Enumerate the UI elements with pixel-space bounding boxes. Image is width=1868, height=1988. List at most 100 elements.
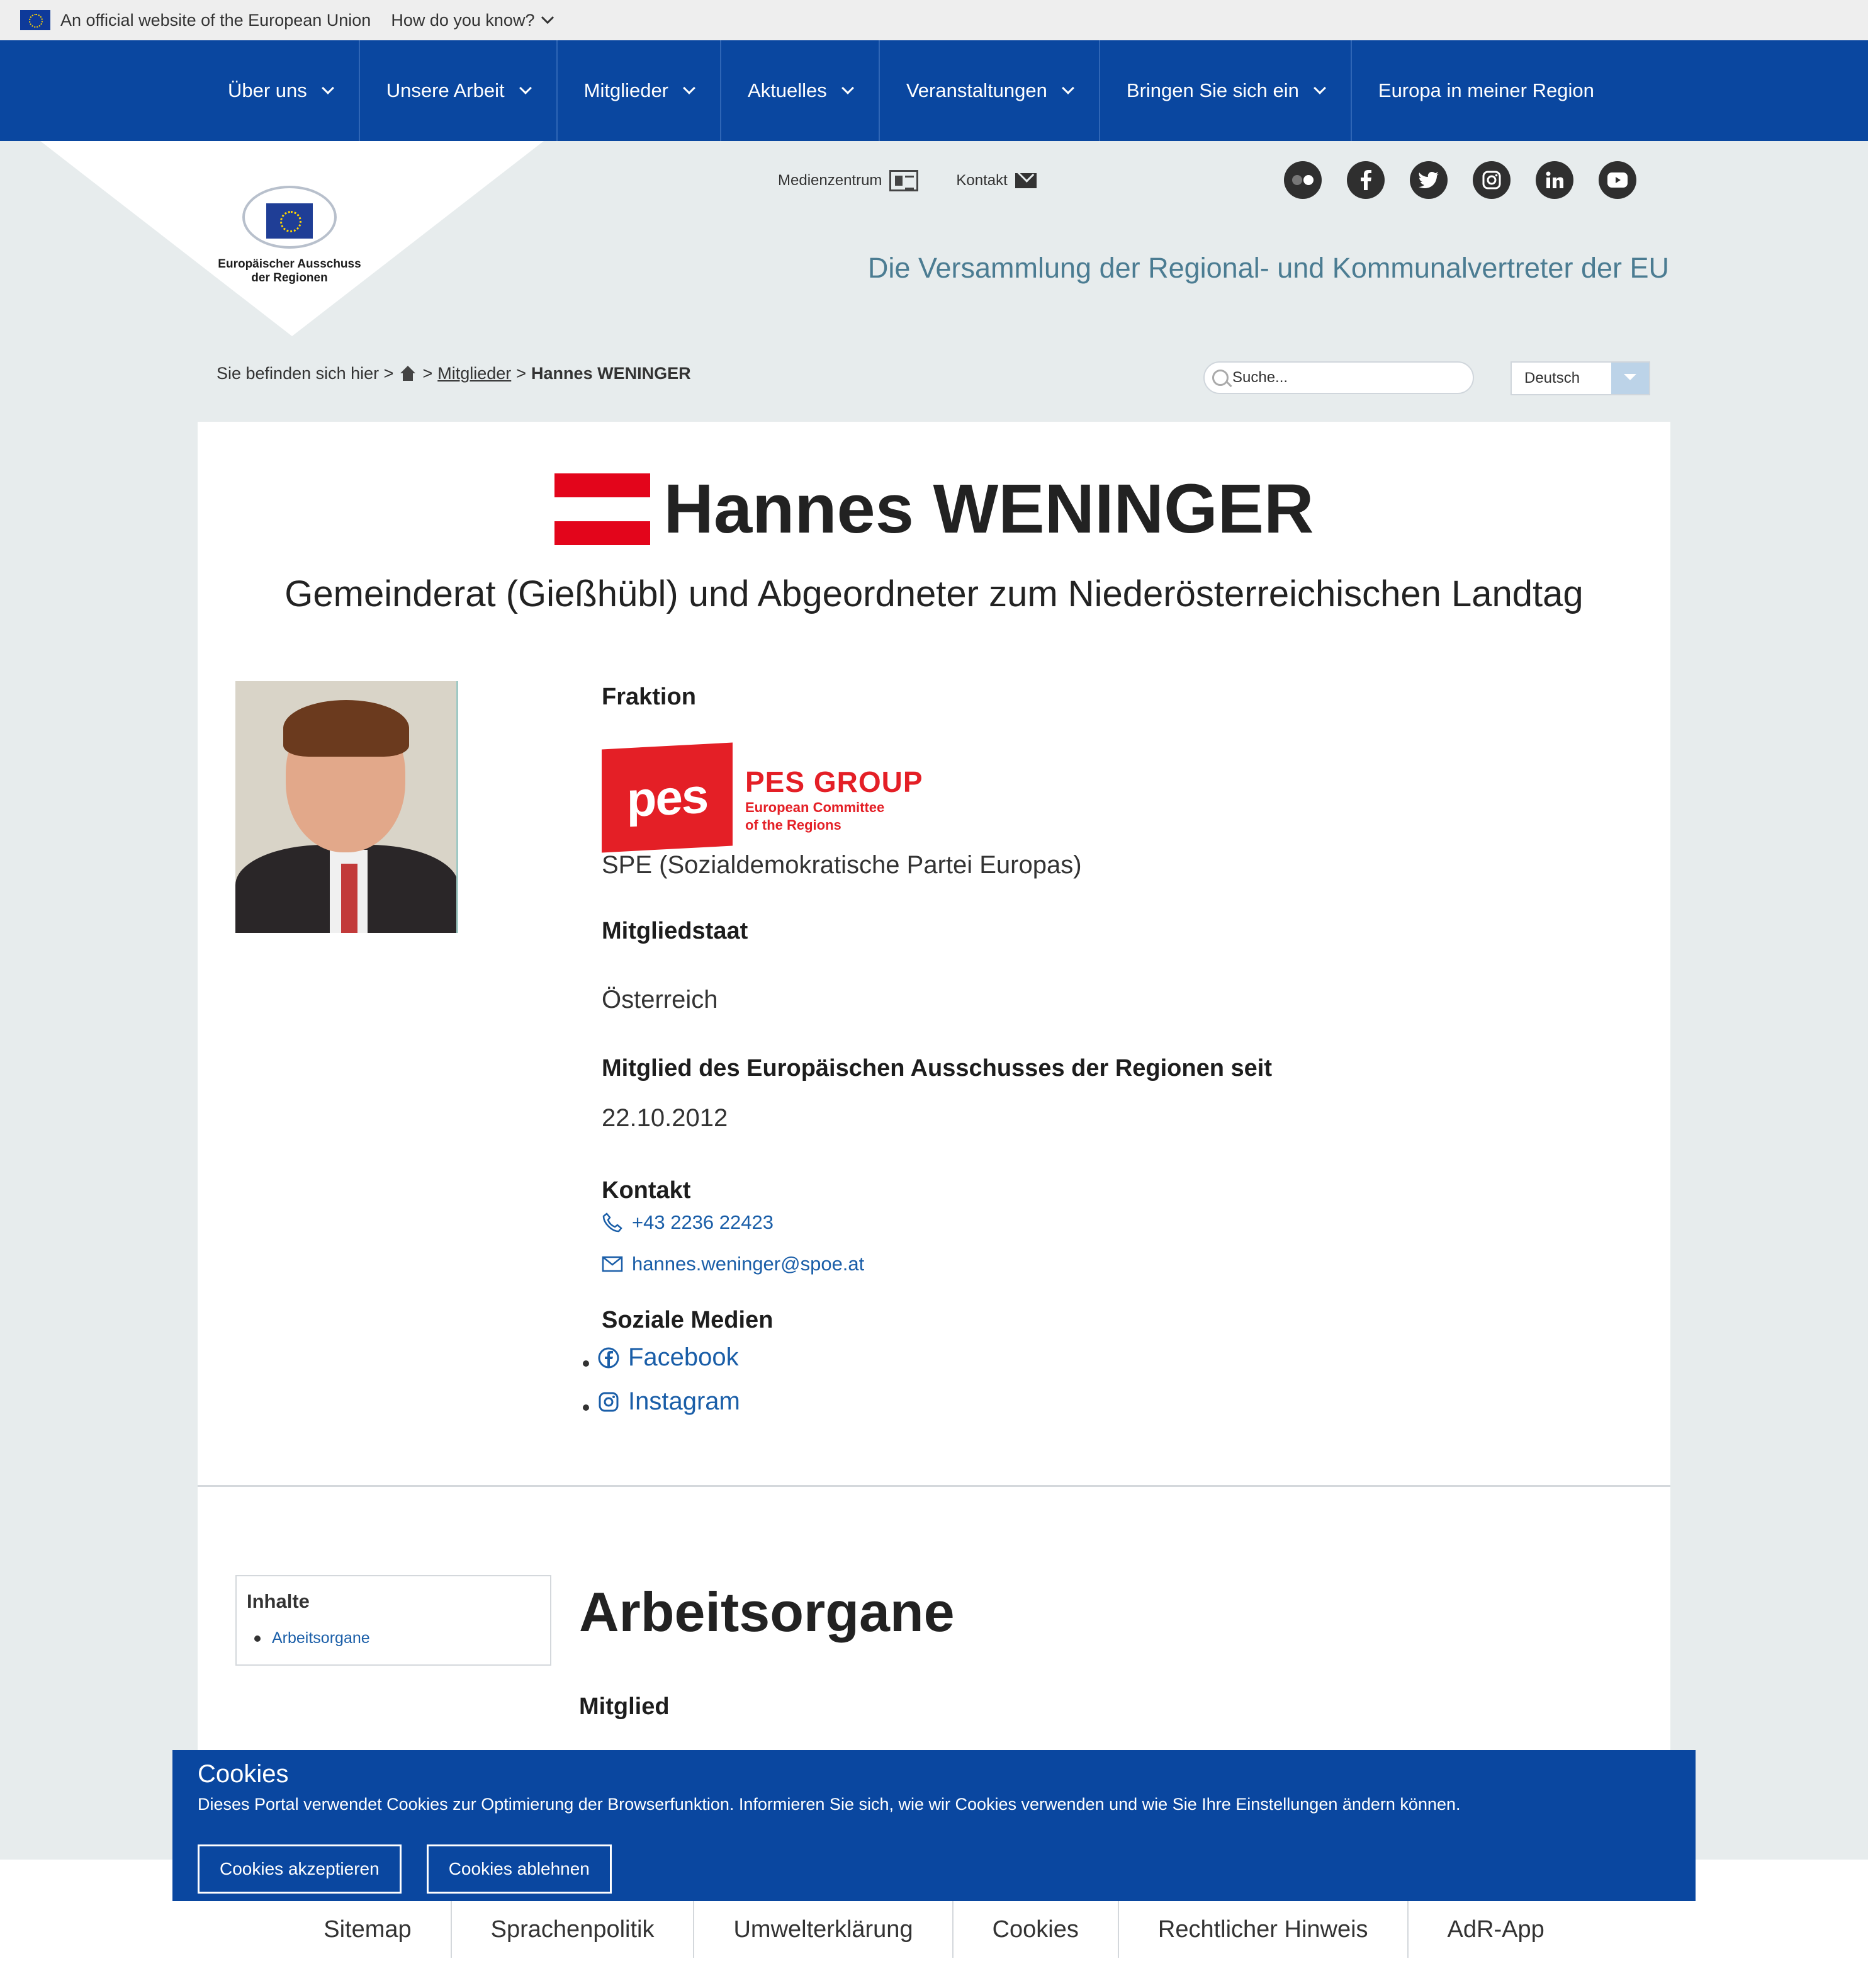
mail-icon xyxy=(1015,173,1037,188)
accept-cookies-button[interactable]: Cookies akzeptieren xyxy=(198,1844,402,1894)
table-of-contents: Inhalte Arbeitsorgane xyxy=(235,1575,551,1666)
chevron-down-icon xyxy=(1061,82,1074,94)
chevron-down-icon xyxy=(541,16,554,25)
member-since-value: 22.10.2012 xyxy=(602,1104,728,1132)
footer-link-cookies[interactable]: Cookies xyxy=(954,1901,1119,1958)
site-tagline: Die Versammlung der Regional- und Kommun… xyxy=(867,252,1669,284)
list-bullet xyxy=(583,1404,589,1411)
footer-link-legal[interactable]: Rechtlicher Hinweis xyxy=(1119,1901,1409,1958)
footer-link-sitemap[interactable]: Sitemap xyxy=(284,1901,452,1958)
section-subtitle: Mitglied xyxy=(579,1693,670,1720)
youtube-icon[interactable] xyxy=(1599,161,1636,199)
instagram-link[interactable]: Instagram xyxy=(628,1387,740,1416)
list-bullet xyxy=(254,1635,261,1642)
eu-official-bar: An official website of the European Unio… xyxy=(0,0,1868,40)
social-media-heading: Soziale Medien xyxy=(602,1307,774,1333)
nav-item-veranstaltungen[interactable]: Veranstaltungen xyxy=(880,40,1100,141)
envelope-icon xyxy=(602,1256,623,1272)
phone-row: +43 2236 22423 xyxy=(602,1211,774,1234)
list-bullet xyxy=(583,1360,589,1367)
instagram-icon[interactable] xyxy=(1473,161,1511,199)
eu-official-text: An official website of the European Unio… xyxy=(60,10,371,30)
utility-links: Medienzentrum Kontakt xyxy=(778,170,1037,191)
facebook-link[interactable]: Facebook xyxy=(628,1343,739,1372)
how-do-you-know-toggle[interactable]: How do you know? xyxy=(391,11,554,30)
phone-link[interactable]: +43 2236 22423 xyxy=(632,1211,774,1234)
nav-item-label: Europa in meiner Region xyxy=(1378,79,1594,101)
faction-value: SPE (Sozialdemokratische Partei Europas) xyxy=(602,851,1082,879)
member-name: Hannes WENINGER xyxy=(663,470,1314,548)
linkedin-icon[interactable] xyxy=(1536,161,1573,199)
chevron-down-icon xyxy=(683,82,695,94)
facebook-icon xyxy=(598,1347,619,1368)
nav-item-unsere-arbeit[interactable]: Unsere Arbeit xyxy=(360,40,558,141)
nav-item-europa-in-meiner-region[interactable]: Europa in meiner Region xyxy=(1352,40,1621,141)
language-selected: Deutsch xyxy=(1524,370,1580,387)
search-box xyxy=(1203,361,1474,394)
nav-item-label: Veranstaltungen xyxy=(906,79,1047,101)
dropdown-arrow-icon xyxy=(1611,363,1649,394)
cookie-banner: Cookies Dieses Portal verwendet Cookies … xyxy=(172,1750,1696,1901)
chevron-down-icon xyxy=(519,82,532,94)
breadcrumb-separator: > xyxy=(422,364,433,383)
email-row: hannes.weninger@spoe.at xyxy=(602,1253,864,1275)
faction-label: Fraktion xyxy=(602,684,696,710)
cookie-text-end: . xyxy=(1456,1795,1461,1814)
member-state-value: Österreich xyxy=(602,986,718,1014)
footer-link-environment[interactable]: Umwelterklärung xyxy=(694,1901,954,1958)
member-photo xyxy=(235,681,458,933)
home-icon[interactable] xyxy=(398,365,417,382)
toc-link-arbeitsorgane[interactable]: Arbeitsorgane xyxy=(272,1629,370,1647)
pes-line-1: European Committee xyxy=(745,799,885,815)
cor-logo-icon xyxy=(242,186,337,249)
media-center-link[interactable]: Medienzentrum xyxy=(778,170,919,191)
contact-label: Kontakt xyxy=(956,172,1008,189)
member-state-label: Mitgliedstaat xyxy=(602,918,748,944)
social-list-item: Facebook xyxy=(583,1343,739,1372)
instagram-icon xyxy=(599,1392,619,1411)
breadcrumb-prefix: Sie befinden sich hier > xyxy=(217,364,394,383)
chevron-down-icon xyxy=(841,82,854,94)
nav-item-label: Mitglieder xyxy=(583,79,669,101)
footer-links: Sitemap Sprachenpolitik Umwelterklärung … xyxy=(0,1901,1868,1958)
email-link[interactable]: hannes.weninger@spoe.at xyxy=(632,1253,864,1275)
nav-item-label: Unsere Arbeit xyxy=(386,79,505,101)
nav-item-label: Über uns xyxy=(228,79,307,101)
toc-item: Arbeitsorgane xyxy=(247,1629,540,1647)
media-center-label: Medienzentrum xyxy=(778,172,882,189)
social-icons xyxy=(1284,161,1636,199)
nav-item-bringen-sie-sich-ein[interactable]: Bringen Sie sich ein xyxy=(1100,40,1352,141)
contact-heading: Kontakt xyxy=(602,1177,691,1204)
nav-item-ueber-uns[interactable]: Über uns xyxy=(201,40,360,141)
nav-item-label: Bringen Sie sich ein xyxy=(1126,79,1299,101)
pes-logo-mark: pes xyxy=(602,742,733,853)
member-position: Gemeinderat (Gießhübl) und Abgeordneter … xyxy=(284,573,1584,614)
pes-group-name: PES GROUP xyxy=(745,765,923,798)
twitter-icon[interactable] xyxy=(1410,161,1448,199)
footer-link-language-policy[interactable]: Sprachenpolitik xyxy=(452,1901,695,1958)
main-navigation: Über uns Unsere Arbeit Mitglieder Aktuel… xyxy=(0,40,1868,141)
contact-link[interactable]: Kontakt xyxy=(956,170,1037,191)
cookie-policy-link[interactable]: wie wir Cookies verwenden und wie Sie Ih… xyxy=(898,1795,1456,1814)
search-icon[interactable] xyxy=(1212,370,1229,386)
nav-item-mitglieder[interactable]: Mitglieder xyxy=(558,40,722,141)
footer-link-app[interactable]: AdR-App xyxy=(1409,1901,1584,1958)
pes-group-logo: pes PES GROUP European Committee of the … xyxy=(602,742,923,853)
section-title: Arbeitsorgane xyxy=(579,1581,955,1643)
facebook-icon[interactable] xyxy=(1347,161,1385,199)
nav-item-label: Aktuelles xyxy=(748,79,827,101)
flickr-icon[interactable] xyxy=(1284,161,1322,199)
pes-line-2: of the Regions xyxy=(745,817,841,833)
breadcrumb-members-link[interactable]: Mitglieder xyxy=(437,364,511,383)
austria-flag-icon xyxy=(554,473,650,545)
language-select[interactable]: Deutsch xyxy=(1511,361,1650,395)
social-list-item: Instagram xyxy=(583,1387,740,1416)
cor-logo[interactable]: Europäischer Ausschuss der Regionen xyxy=(214,186,365,285)
cookie-text: Dieses Portal verwendet Cookies zur Opti… xyxy=(198,1795,1670,1814)
nav-item-aktuelles[interactable]: Aktuelles xyxy=(721,40,880,141)
how-do-you-know-label: How do you know? xyxy=(391,10,535,30)
cookie-title: Cookies xyxy=(198,1760,289,1788)
search-input[interactable] xyxy=(1232,369,1459,387)
breadcrumb-current: Hannes WENINGER xyxy=(531,364,691,383)
decline-cookies-button[interactable]: Cookies ablehnen xyxy=(426,1844,612,1894)
